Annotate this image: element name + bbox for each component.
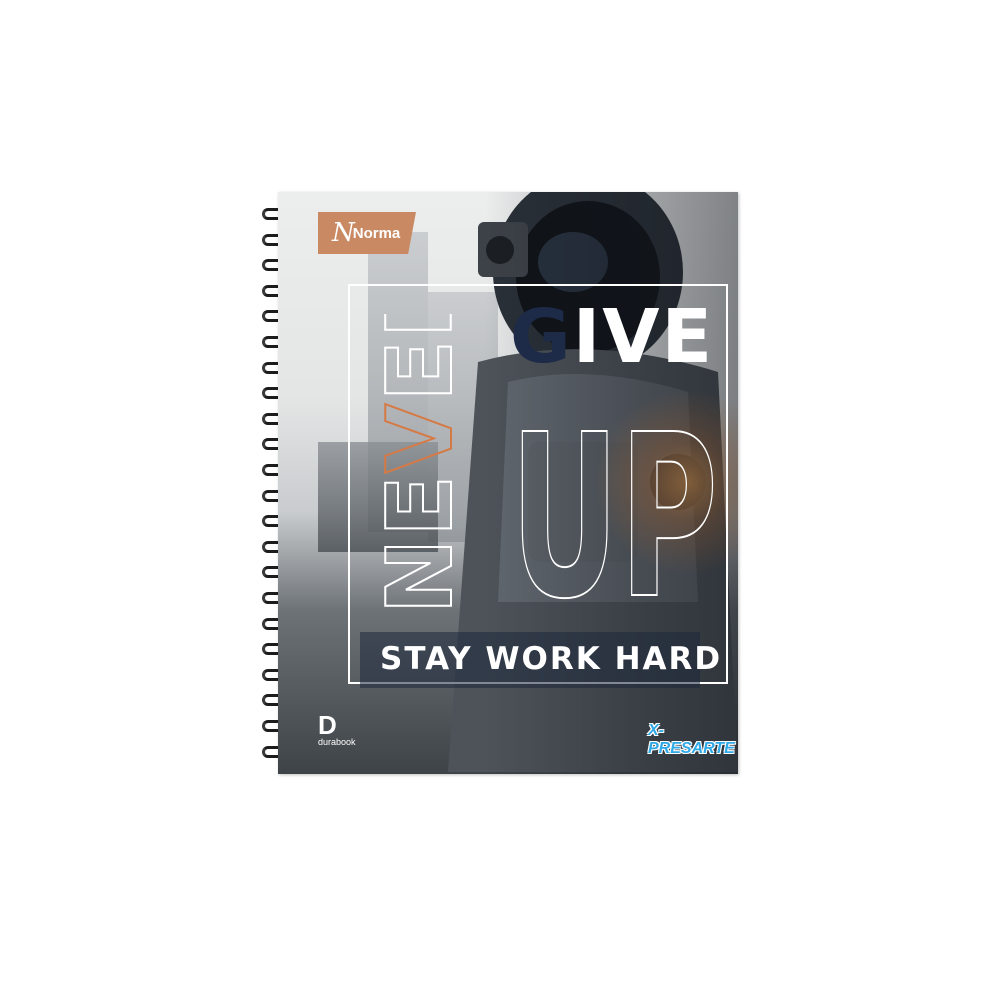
norma-logo-icon: N xyxy=(332,218,355,248)
headline-up: UP xyxy=(509,386,720,650)
svg-text:UP: UP xyxy=(510,390,718,612)
headline-give: GIVE xyxy=(510,300,714,374)
durabook-text: durabook xyxy=(318,737,356,747)
norma-brand-tab: N Norma xyxy=(318,212,416,254)
give-letter-g: G xyxy=(510,294,573,380)
durabook-logo: D durabook xyxy=(318,712,368,752)
never-e2: E xyxy=(368,338,473,401)
slogan-text: STAY WORK HARD xyxy=(380,641,723,677)
never-r: R xyxy=(368,314,473,338)
xpresarte-logo: X-PRESARTE xyxy=(648,722,735,757)
never-n: N xyxy=(368,537,473,614)
spiral-notebook: N Norma NEVER GIVE UP STAY WORK HARD D xyxy=(262,188,738,774)
norma-brand-text: Norma xyxy=(352,224,401,242)
svg-text:NEVER: NEVER xyxy=(368,314,473,614)
notebook-cover: N Norma NEVER GIVE UP STAY WORK HARD D xyxy=(278,192,738,774)
never-e1: E xyxy=(368,473,473,536)
never-v: V xyxy=(368,402,473,474)
durabook-mark: D xyxy=(318,710,337,740)
give-rest: IVE xyxy=(572,294,715,380)
headline-never: NEVER xyxy=(356,266,476,615)
